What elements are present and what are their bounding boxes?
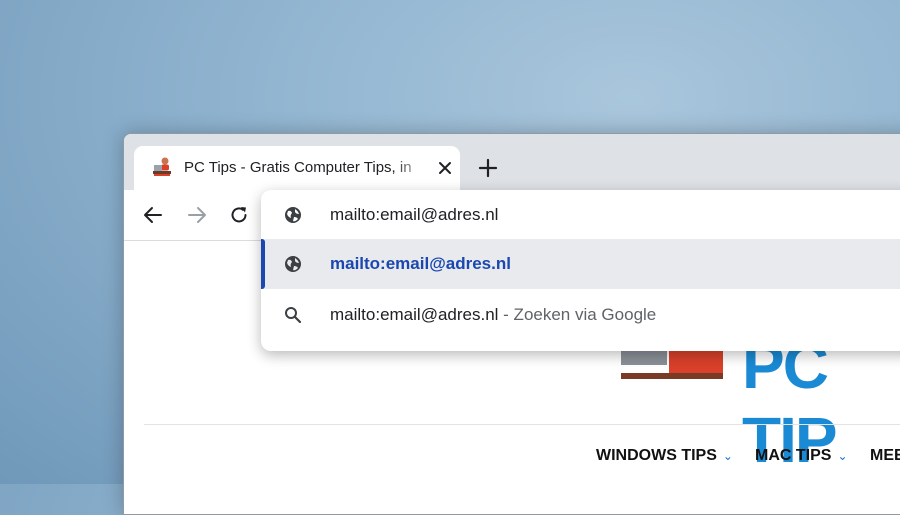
tab-pc-tips[interactable]: PC Tips - Gratis Computer Tips, in [134,146,460,190]
chevron-down-icon: ⌄ [837,449,848,463]
nav-item-mac-tips[interactable]: MAC TIPS ⌄ [755,447,848,465]
suggestion-text: mailto:email@adres.nl [330,254,511,273]
omnibox-suggestion-search[interactable]: mailto:email@adres.nl - Zoeken via Googl… [261,290,900,340]
omnibox-input[interactable]: mailto:email@adres.nl [261,190,900,240]
nav-item-label: MAC TIPS [755,447,832,464]
chevron-down-icon: ⌄ [722,449,733,463]
nav-item-label: MEE [870,447,900,464]
globe-icon [285,256,301,272]
selection-indicator [261,239,265,289]
tab-strip: PC Tips - Gratis Computer Tips, in [124,134,900,190]
new-tab-plus-icon[interactable] [476,156,500,180]
divider [144,424,900,425]
tab-title: PC Tips - Gratis Computer Tips, in [184,159,412,176]
omnibox-dropdown: mailto:email@adres.nl mailto:email@adres… [261,190,900,351]
pc-tips-favicon-icon [153,157,171,176]
omnibox-input-value: mailto:email@adres.nl [330,205,499,224]
pc-tips-logo-icon [621,351,723,379]
suggestion-suffix: - Zoeken via Google [503,305,657,324]
nav-item-windows-tips[interactable]: WINDOWS TIPS ⌄ [596,447,733,465]
omnibox-suggestion-url[interactable]: mailto:email@adres.nl [261,239,900,289]
nav-item-mee[interactable]: MEE [870,447,900,465]
forward-arrow-icon[interactable] [186,204,208,226]
search-icon [285,307,302,324]
globe-icon [285,207,301,223]
suggestion-text: mailto:email@adres.nl - Zoeken via Googl… [330,305,656,325]
reload-icon[interactable] [228,204,250,226]
nav-item-label: WINDOWS TIPS [596,447,717,464]
back-arrow-icon[interactable] [142,204,164,226]
close-icon[interactable] [436,159,454,177]
suggestion-query: mailto:email@adres.nl [330,305,499,324]
